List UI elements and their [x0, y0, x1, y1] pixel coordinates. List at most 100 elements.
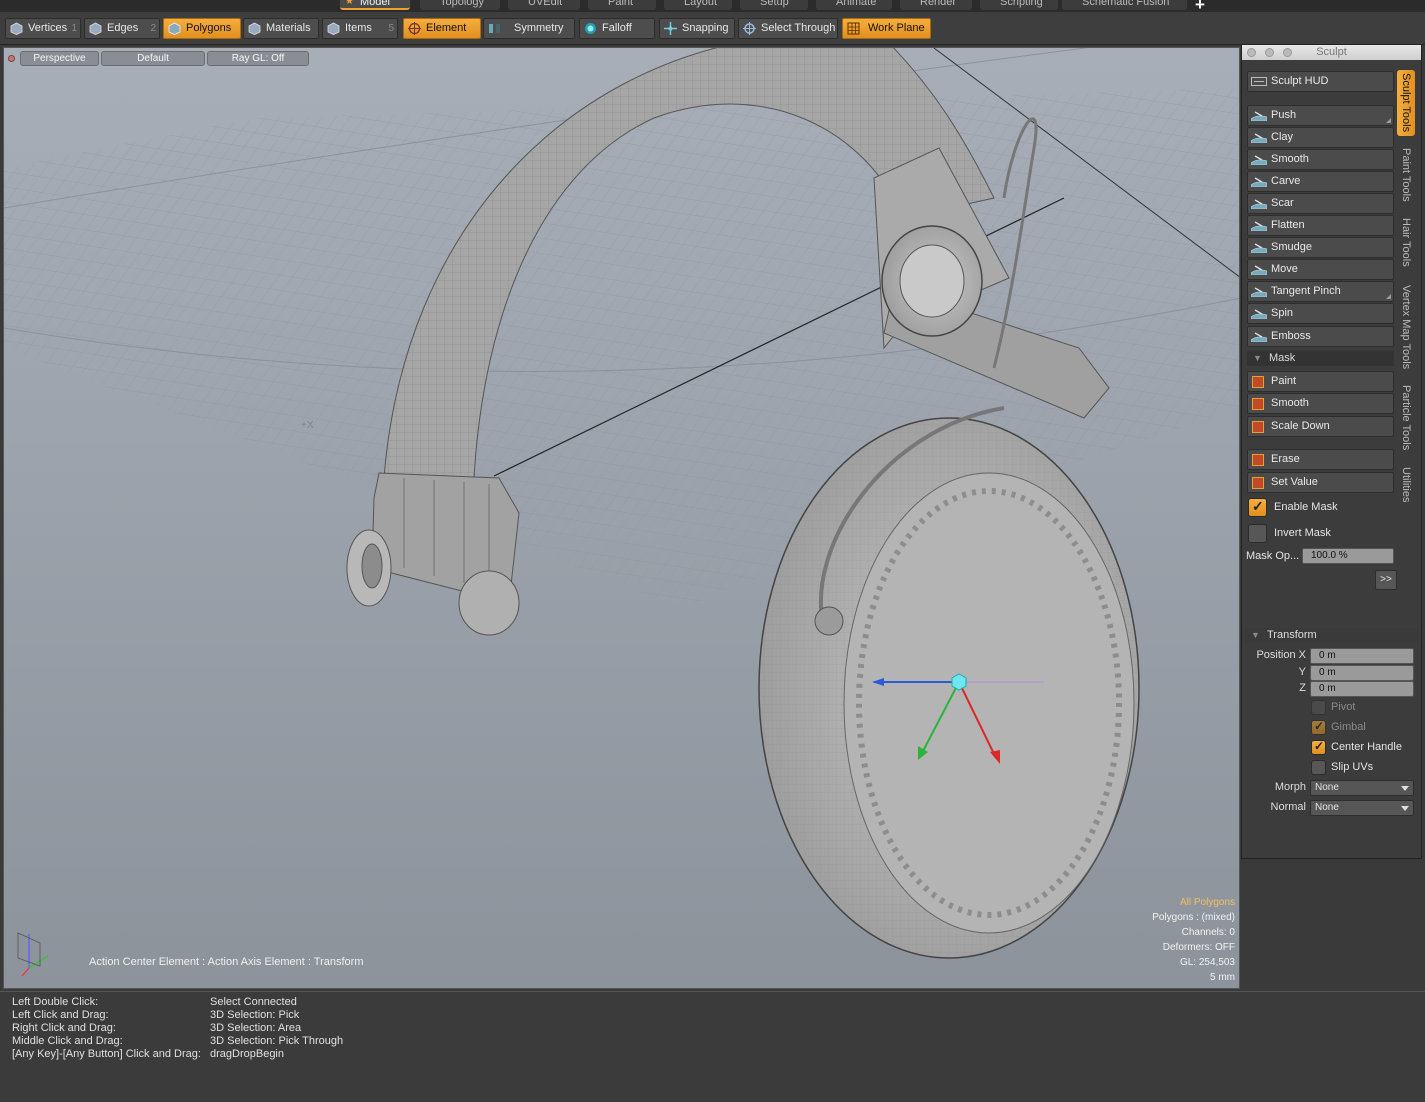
mask-opacity-field[interactable]: 100.0 %: [1302, 548, 1394, 564]
spin-brush-icon: [1251, 309, 1267, 319]
set-value-button[interactable]: Set Value: [1247, 472, 1394, 493]
pivot-checkbox[interactable]: [1311, 700, 1326, 715]
hint-action: [Any Key]-[Any Button] Click and Drag:: [12, 1048, 201, 1060]
gimbal-label: Gimbal: [1331, 721, 1366, 733]
scar-brush-icon: [1251, 199, 1267, 209]
polygons-icon: [168, 22, 181, 35]
center-handle-checkbox[interactable]: [1311, 739, 1326, 755]
mask-scale-down-button[interactable]: Scale Down: [1247, 416, 1394, 437]
more-options-button[interactable]: >>: [1375, 570, 1397, 590]
erase-button[interactable]: Erase: [1247, 449, 1394, 470]
tab-scripting[interactable]: Scripting: [980, 0, 1058, 10]
tab-particle-tools[interactable]: Particle Tools: [1397, 382, 1415, 454]
element-button[interactable]: Element: [403, 18, 481, 39]
tab-topology[interactable]: Topology: [420, 0, 500, 10]
sculpt-tool-emboss[interactable]: Emboss: [1247, 326, 1394, 347]
sculpt-tool-push[interactable]: Push: [1247, 105, 1394, 126]
falloff-button[interactable]: Falloff: [579, 18, 655, 39]
tab-vertex-map-tools[interactable]: Vertex Map Tools: [1397, 282, 1415, 372]
tab-model[interactable]: ★ Model: [340, 0, 410, 10]
select-through-button[interactable]: Select Through: [738, 18, 838, 39]
erase-icon: [1252, 454, 1264, 466]
position-z-label: Z: [1299, 682, 1306, 694]
vertices-icon: [10, 22, 23, 35]
vertices-button[interactable]: Vertices 1: [5, 18, 81, 39]
close-icon[interactable]: [1247, 48, 1256, 57]
invert-mask-checkbox[interactable]: [1248, 524, 1267, 543]
selection-mode-status: All Polygons: [1179, 897, 1235, 908]
zoom-icon[interactable]: [1283, 48, 1292, 57]
smudge-brush-icon: [1251, 243, 1267, 253]
tangent-pinch-brush-icon: [1251, 287, 1267, 297]
tab-paint-tools[interactable]: Paint Tools: [1397, 144, 1415, 206]
tab-utilities[interactable]: Utilities: [1397, 462, 1415, 508]
work-plane-button[interactable]: Work Plane: [842, 18, 931, 39]
snapping-button[interactable]: Snapping: [659, 18, 735, 39]
sculpt-tool-smudge[interactable]: Smudge: [1247, 237, 1394, 258]
morph-select[interactable]: None: [1310, 780, 1414, 796]
hud-icon: [1251, 77, 1267, 86]
mask-paint-button[interactable]: Paint: [1247, 371, 1394, 392]
gimbal-checkbox[interactable]: [1311, 719, 1326, 735]
tab-render[interactable]: Render: [900, 0, 972, 10]
tab-schematic-fusion[interactable]: Schematic Fusion: [1062, 0, 1187, 10]
position-y-field[interactable]: 0 m: [1310, 665, 1414, 681]
raygl-button[interactable]: Ray GL: Off: [207, 51, 309, 66]
tab-sculpt-tools[interactable]: Sculpt Tools: [1397, 70, 1415, 136]
sculpt-tool-flatten[interactable]: Flatten: [1247, 215, 1394, 236]
tab-setup[interactable]: Setup: [740, 0, 808, 10]
view-type-button[interactable]: Perspective: [20, 51, 99, 66]
sculpt-tool-clay[interactable]: Clay: [1247, 127, 1394, 148]
minimize-icon[interactable]: [1265, 48, 1274, 57]
sculpt-tool-tangent-pinch[interactable]: Tangent Pinch: [1247, 281, 1394, 302]
edges-button[interactable]: Edges 2: [84, 18, 160, 39]
sculpt-panel: Sculpt Sculpt HUD ▼ Mask Paint Smooth Sca…: [1241, 44, 1422, 859]
sculpt-hud-button[interactable]: Sculpt HUD: [1247, 71, 1394, 92]
action-center-icon: [408, 22, 421, 35]
hint-action: Left Double Click:: [12, 996, 99, 1008]
tab-hair-tools[interactable]: Hair Tools: [1397, 214, 1415, 270]
sculpt-tool-move[interactable]: Move: [1247, 259, 1394, 280]
mask-smooth-button[interactable]: Smooth: [1247, 393, 1394, 414]
enable-mask-checkbox[interactable]: [1248, 498, 1267, 517]
edges-icon: [89, 22, 102, 35]
transform-section-header[interactable]: ▼ Transform: [1245, 628, 1418, 643]
items-button[interactable]: Items 5: [322, 18, 398, 39]
add-tab-icon[interactable]: +: [1195, 0, 1205, 12]
materials-button[interactable]: Materials: [243, 18, 319, 39]
symmetry-button[interactable]: Symmetry: [483, 18, 575, 39]
hint-result: 3D Selection: Pick Through: [210, 1035, 344, 1047]
submenu-triangle-icon: [1386, 118, 1391, 123]
sculpt-tool-smooth[interactable]: Smooth: [1247, 149, 1394, 170]
work-plane-icon: [847, 22, 860, 35]
set-value-icon: [1252, 477, 1264, 489]
carve-brush-icon: [1251, 177, 1267, 187]
select-through-icon: [743, 22, 756, 35]
polygons-button[interactable]: Polygons: [163, 18, 241, 39]
position-z-field[interactable]: 0 m: [1310, 681, 1414, 697]
enable-mask-label: Enable Mask: [1274, 501, 1338, 513]
tab-uvedit[interactable]: UVEdit: [508, 0, 580, 10]
channels-status: Channels: 0: [1181, 927, 1235, 938]
hint-action: Middle Click and Drag:: [12, 1035, 123, 1047]
viewport-options-icon[interactable]: [8, 55, 15, 62]
normal-select[interactable]: None: [1310, 800, 1414, 816]
sculpt-panel-title: Sculpt: [1242, 45, 1421, 60]
submenu-triangle-icon: [1386, 294, 1391, 299]
hint-result: 3D Selection: Pick: [210, 1009, 300, 1021]
sculpt-tool-spin[interactable]: Spin: [1247, 303, 1394, 324]
tab-animate[interactable]: Animate: [816, 0, 892, 10]
slip-uvs-checkbox[interactable]: [1311, 760, 1326, 775]
sculpt-tool-scar[interactable]: Scar: [1247, 193, 1394, 214]
items-icon: [327, 22, 340, 35]
mask-section-header[interactable]: ▼ Mask: [1247, 351, 1394, 366]
position-x-field[interactable]: 0 m: [1310, 648, 1414, 664]
dropdown-arrow-icon: [1401, 786, 1409, 791]
axis-label: +X: [301, 420, 314, 431]
shading-style-button[interactable]: Default: [101, 51, 205, 66]
tab-paint[interactable]: Paint: [588, 0, 656, 10]
3d-viewport[interactable]: +X Perspective Default Ray GL: Off Actio…: [3, 47, 1240, 989]
sculpt-tool-carve[interactable]: Carve: [1247, 171, 1394, 192]
tab-layout[interactable]: Layout: [664, 0, 732, 10]
position-y-label: Y: [1298, 666, 1306, 678]
